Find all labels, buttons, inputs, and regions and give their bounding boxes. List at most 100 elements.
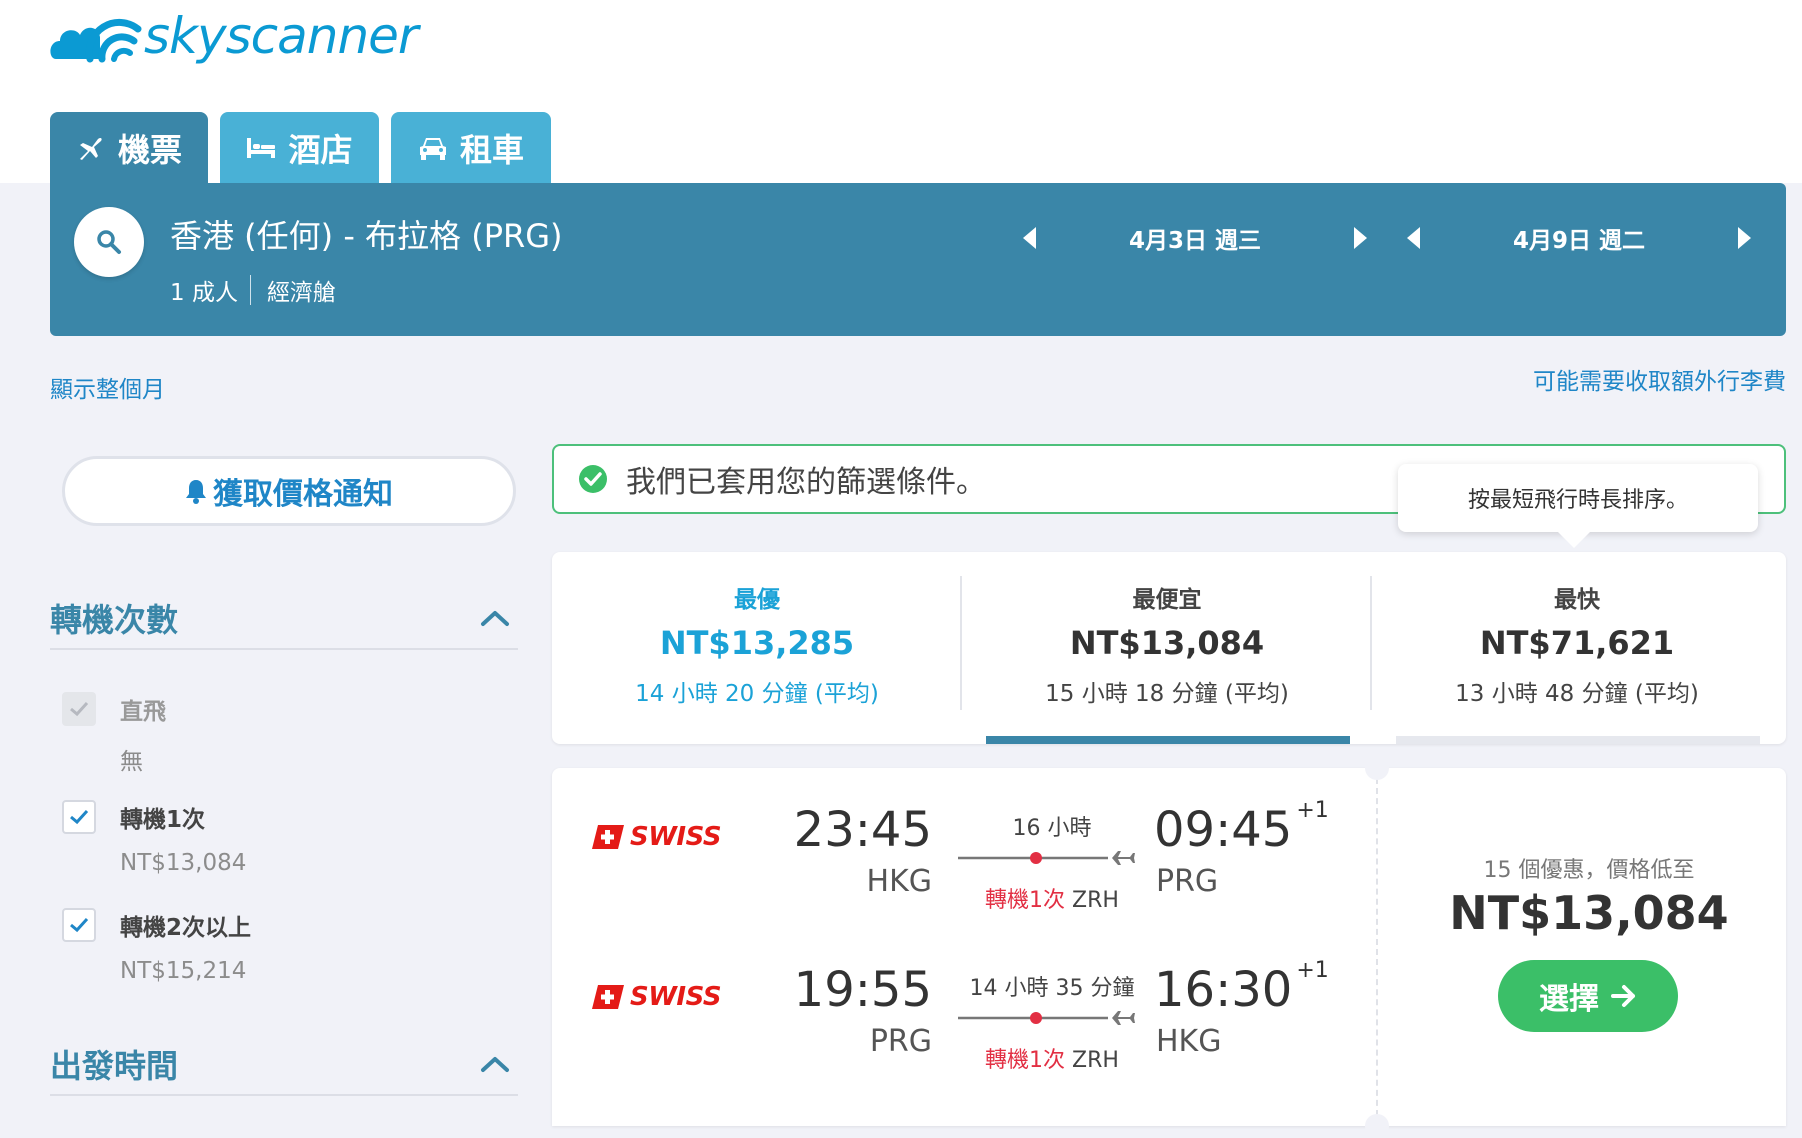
- search-icon: [97, 230, 121, 254]
- departure-airport: HKG: [866, 864, 932, 899]
- active-sort-indicator: [986, 736, 1350, 744]
- sort-tab-duration: 15 小時 18 分鐘 (平均): [1045, 681, 1289, 707]
- chevron-up-icon: [481, 1057, 509, 1072]
- tab-cars-label: 租車: [459, 131, 524, 169]
- deals-count: 15 個優惠，價格低至: [1483, 858, 1695, 883]
- outbound-date-picker: 4月3日 週三: [1010, 213, 1380, 263]
- stop-option-1-stop[interactable]: 轉機1次 NT$13,084: [62, 800, 246, 876]
- stop-count: 轉機1次: [985, 1048, 1066, 1073]
- arrival-time-value: 09:45: [1154, 802, 1293, 858]
- airline-name: SWISS: [630, 982, 722, 1012]
- next-outbound-date-button[interactable]: [1340, 218, 1380, 258]
- day-offset: +1: [1296, 798, 1329, 823]
- filters-applied-text: 我們已套用您的篩選條件。: [626, 465, 986, 500]
- flight-duration: 16 小時: [1012, 816, 1092, 841]
- tab-hotels[interactable]: 酒店: [220, 112, 379, 184]
- departure-time: 23:45: [793, 802, 932, 858]
- check-icon: [70, 809, 89, 825]
- stops-info: 轉機1次 ZRH: [952, 882, 1152, 914]
- baggage-fees-link[interactable]: 可能需要收取額外行李費: [1533, 362, 1786, 396]
- plane-icon: [1112, 1011, 1135, 1025]
- plane-icon: [76, 133, 106, 163]
- flight-duration: 14 小時 35 分鐘: [969, 976, 1135, 1001]
- arrival-airport: PRG: [1156, 864, 1219, 899]
- caret-left-icon: [1023, 227, 1036, 249]
- prev-return-date-button[interactable]: [1394, 218, 1434, 258]
- departure-airport: PRG: [869, 1024, 932, 1059]
- departure-time-filter-title: 出發時間: [50, 1047, 179, 1085]
- cabin-class: 經濟艙: [266, 280, 336, 306]
- check-circle-icon: [578, 464, 608, 494]
- ticket-notch: [1365, 756, 1389, 780]
- check-icon: [70, 917, 89, 933]
- check-icon: [70, 701, 89, 717]
- direct-checkbox: [62, 692, 96, 726]
- caret-right-icon: [1354, 227, 1367, 249]
- select-button[interactable]: 選擇: [1498, 960, 1678, 1032]
- car-icon: [418, 135, 448, 161]
- arrival-time: 09:45 +1: [1154, 798, 1329, 858]
- swiss-cross-icon: [592, 985, 624, 1009]
- chevron-up-icon: [481, 611, 509, 626]
- stop-option-direct: 直飛 無: [62, 692, 166, 776]
- sort-tab-price: NT$71,621: [1479, 624, 1675, 662]
- show-whole-month-link[interactable]: 顯示整個月: [50, 370, 165, 404]
- route-summary[interactable]: 香港 (任何) - 布拉格 (PRG): [170, 211, 563, 257]
- next-return-date-button[interactable]: [1724, 218, 1764, 258]
- product-tabs: 機票 酒店 租車: [50, 112, 551, 184]
- stops-filter-header[interactable]: 轉機次數: [50, 588, 518, 650]
- sunrise-cloud-icon: [50, 18, 142, 63]
- lowest-price: NT$13,084: [1449, 886, 1729, 940]
- one-stop-label: 轉機1次: [120, 807, 206, 833]
- via-airport: ZRH: [1072, 888, 1119, 913]
- tab-hotels-label: 酒店: [288, 131, 353, 169]
- passenger-count: 1 成人: [170, 280, 238, 306]
- tab-cars[interactable]: 租車: [391, 112, 551, 184]
- sort-tabs: 最優 NT$13,285 14 小時 20 分鐘 (平均) 最便宜 NT$13,…: [552, 552, 1786, 744]
- ticket-notch: [1365, 1114, 1389, 1138]
- skyscanner-logo[interactable]: skyscanner: [50, 6, 418, 66]
- day-offset: +1: [1296, 958, 1329, 983]
- one-stop-checkbox[interactable]: [62, 800, 96, 834]
- return-date[interactable]: 4月9日 週二: [1434, 221, 1724, 255]
- bed-icon: [246, 136, 276, 160]
- sort-tab-label: 最便宜: [1132, 587, 1202, 613]
- outbound-date[interactable]: 4月3日 週三: [1050, 221, 1340, 255]
- sort-tab-duration: 13 小時 48 分鐘 (平均): [1455, 681, 1699, 707]
- caret-left-icon: [1407, 227, 1420, 249]
- price-alert-button[interactable]: 獲取價格通知: [62, 456, 516, 526]
- swiss-cross-icon: [592, 825, 624, 849]
- two-plus-stops-label: 轉機2次以上: [120, 915, 252, 941]
- arrow-right-icon: [1611, 984, 1637, 1008]
- price-alert-label: 獲取價格通知: [213, 477, 393, 512]
- outbound-leg: SWISS 23:45 HKG 16 小時 轉機1次 ZRH 09:45 +1 P…: [552, 798, 1372, 948]
- sort-tab-fastest[interactable]: 最快 NT$71,621 13 小時 48 分鐘 (平均): [1372, 552, 1782, 744]
- sort-tooltip: 按最短飛行時長排序。: [1398, 464, 1758, 548]
- stop-count: 轉機1次: [985, 888, 1066, 913]
- two-plus-stops-checkbox[interactable]: [62, 908, 96, 942]
- route-line: [958, 1011, 1135, 1025]
- prev-outbound-date-button[interactable]: [1010, 218, 1050, 258]
- sort-tab-duration: 14 小時 20 分鐘 (平均): [635, 681, 879, 707]
- stop-option-2plus-stops[interactable]: 轉機2次以上 NT$15,214: [62, 908, 251, 984]
- sort-tab-best[interactable]: 最優 NT$13,285 14 小時 20 分鐘 (平均): [552, 552, 962, 744]
- sort-tab-cheapest[interactable]: 最便宜 NT$13,084 15 小時 18 分鐘 (平均): [962, 552, 1372, 744]
- via-airport: ZRH: [1072, 1048, 1119, 1073]
- tab-flights[interactable]: 機票: [50, 112, 208, 184]
- top-header: skyscanner 機票 酒店 租車: [0, 0, 1802, 184]
- direct-price: 無: [120, 749, 143, 775]
- arrival-time-value: 16:30: [1154, 962, 1293, 1018]
- arrival-time: 16:30 +1: [1154, 958, 1329, 1018]
- departure-time-filter-header[interactable]: 出發時間: [50, 1034, 518, 1096]
- two-plus-stops-price: NT$15,214: [120, 958, 247, 984]
- stops-filter-title: 轉機次數: [50, 601, 179, 639]
- ticket-perforation: [1376, 778, 1378, 1126]
- passenger-cabin-summary[interactable]: 1 成人 經濟艙: [170, 273, 336, 307]
- flight-result-card[interactable]: SWISS 23:45 HKG 16 小時 轉機1次 ZRH 09:45 +1 P…: [552, 756, 1786, 1138]
- brand-name: skyscanner: [144, 7, 418, 65]
- search-summary-bar: 香港 (任何) - 布拉格 (PRG) 1 成人 經濟艙 4月3日 週三 4月9…: [50, 183, 1786, 336]
- sort-tab-price: NT$13,285: [659, 624, 855, 662]
- search-button[interactable]: [74, 207, 144, 277]
- return-leg: SWISS 19:55 PRG 14 小時 35 分鐘 轉機1次 ZRH 16:…: [552, 958, 1372, 1108]
- airline-logo: SWISS: [590, 982, 722, 1012]
